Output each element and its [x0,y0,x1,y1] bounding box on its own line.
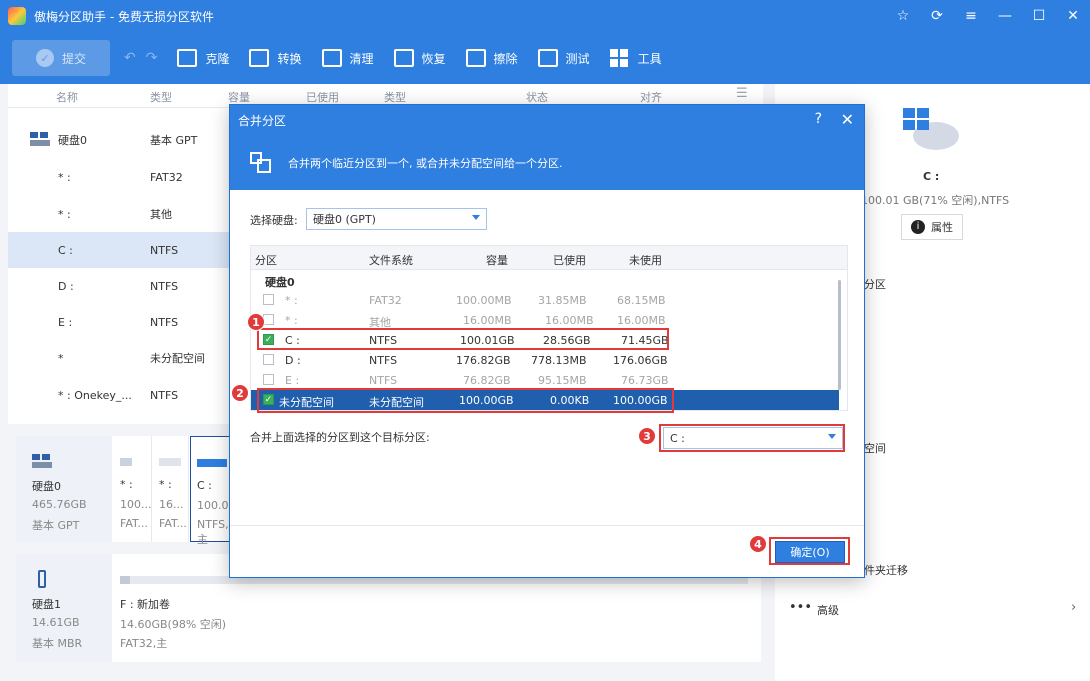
drive-info: 100.01 GB(71% 空闲),NTFS [861,194,1010,207]
dialog-close-icon[interactable]: ✕ [841,110,854,129]
recover-button[interactable]: 恢复 [393,49,446,67]
undo-icon[interactable]: ↶ [124,50,136,66]
chevron-right-icon[interactable]: › [1071,600,1076,615]
redo-icon[interactable]: ↷ [146,50,158,66]
menu-icon[interactable]: ≡ [954,0,988,32]
usb-drive-icon [38,570,46,588]
clone-button[interactable]: 克隆 [177,49,229,67]
help-icon[interactable]: ? [815,111,822,127]
info-icon: i [911,220,925,234]
table-group: 硬盘0 [265,276,295,289]
recover-icon [393,49,414,67]
column-settings-icon[interactable]: ☰ [736,86,748,101]
step-badge: 1 [247,313,265,331]
test-button[interactable]: 测试 [537,49,590,67]
annotation-box [257,388,674,413]
partition-block[interactable]: * : 100... FAT... [114,436,152,542]
wipe-icon [465,49,486,67]
step-badge: 3 [638,427,656,445]
dialog-banner: 合并两个临近分区到一个, 或合并未分配空间给一个分区. [230,135,864,190]
disk-icon [30,132,50,148]
dropdown-arrow-icon [472,215,480,220]
maximize-icon[interactable]: ☐ [1022,0,1056,32]
title-bar: 傲梅分区助手 - 免费无损分区软件 ☆ ⟳ ≡ — ☐ ✕ [0,0,1090,32]
disk-select-label: 选择硬盘: [250,214,298,227]
target-partition-label: 合并上面选择的分区到这个目标分区: [250,431,430,444]
operation-link[interactable]: 空间 [864,440,886,456]
commit-button[interactable]: ✓ 提交 [12,40,110,76]
disk-icon [32,454,52,470]
close-icon[interactable]: ✕ [1056,0,1090,32]
refresh-icon[interactable]: ⟳ [920,0,954,32]
table-row[interactable]: E : NTFS 76.82GB 95.15MB 76.73GB [251,370,839,390]
pulse-icon [537,49,558,67]
cleanup-icon [321,49,342,67]
app-title: 傲梅分区助手 - 免费无损分区软件 [34,9,214,24]
divider [230,525,864,526]
properties-button[interactable]: i 属性 [901,214,963,240]
dialog-title-bar: 合并分区 ? ✕ [230,105,864,135]
grid-icon [609,49,630,67]
checkbox[interactable] [263,354,274,365]
checkbox[interactable] [263,294,274,305]
drive-icon [903,108,959,152]
checkbox[interactable] [263,374,274,385]
step-badge: 2 [231,384,249,402]
table-row[interactable]: * : 其他 16.00MB 16.00MB 16.00MB [251,310,839,330]
wipe-button[interactable]: 擦除 [465,49,518,67]
disk0-summary[interactable]: 硬盘0 465.76GB 基本 GPT [16,436,112,542]
disk1-summary[interactable]: 硬盘1 14.61GB 基本 MBR [16,554,112,662]
partition-block-selected[interactable]: C : 100.01 NTFS,主 [190,436,236,546]
main-toolbar: ✓ 提交 ↶ ↷ 克隆 转换 清理 恢复 擦除 测试 工具 [0,32,1090,84]
annotation-box [257,328,669,350]
tools-button[interactable]: 工具 [609,49,662,67]
table-header: 分区 文件系统 容量 已使用 未使用 [251,246,847,270]
app-logo-icon [8,7,26,25]
more-icon: ••• [789,600,813,615]
table-row[interactable]: * : FAT32 100.00MB 31.85MB 68.15MB [251,290,839,310]
table-scrollbar[interactable] [837,270,843,410]
convert-icon [249,49,270,67]
step-badge: 4 [749,535,767,553]
minimize-icon[interactable]: — [988,0,1022,32]
operation-link[interactable]: 件夹迁移 [864,562,908,578]
cleanup-button[interactable]: 清理 [321,49,374,67]
star-icon[interactable]: ☆ [886,0,920,32]
annotation-box [659,424,845,452]
advanced-link[interactable]: 高级 [817,602,839,618]
drive-letter: C : [923,170,940,183]
merge-icon [250,151,272,174]
disk-select[interactable]: 硬盘0 (GPT) [306,208,487,230]
clone-icon [177,49,198,67]
convert-button[interactable]: 转换 [249,49,302,67]
operation-link[interactable]: 分区 [864,276,886,292]
partition-block[interactable]: * : 16... FAT... [153,436,189,542]
table-row[interactable]: D : NTFS 176.82GB 778.13MB 176.06GB [251,350,839,370]
check-icon: ✓ [35,49,54,67]
annotation-box [769,537,850,565]
